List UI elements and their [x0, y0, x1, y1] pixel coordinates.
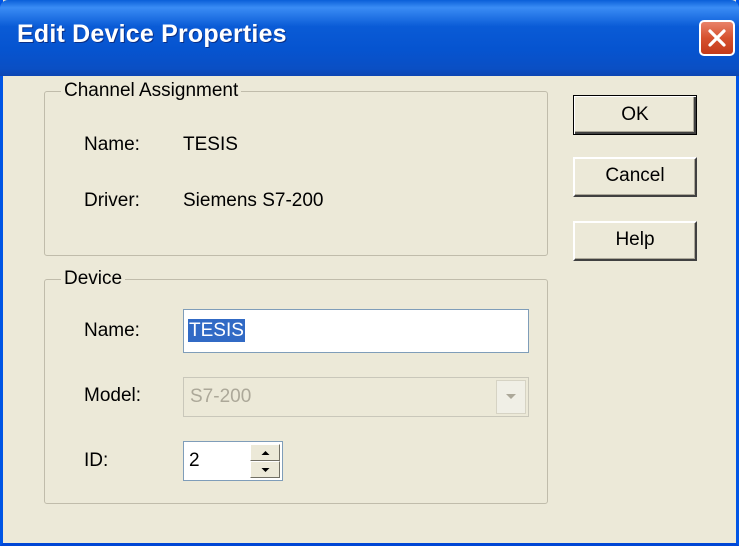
close-icon — [708, 29, 726, 47]
channel-assignment-group: Channel Assignment — [44, 80, 548, 256]
spin-up-button[interactable] — [250, 444, 280, 461]
arrow-down-icon — [261, 468, 270, 472]
device-name-input[interactable]: TESIS — [183, 309, 529, 353]
channel-name-value: TESIS — [183, 134, 238, 155]
device-name-label: Name: — [84, 320, 140, 341]
device-model-value: S7-200 — [190, 386, 252, 407]
device-model-select[interactable]: S7-200 — [183, 377, 529, 417]
chevron-down-icon — [506, 394, 516, 399]
ok-button[interactable]: OK — [573, 95, 697, 135]
channel-driver-value: Siemens S7-200 — [183, 190, 324, 211]
device-legend: Device — [61, 268, 126, 290]
device-id-spin-buttons — [250, 444, 280, 478]
device-id-value: 2 — [189, 450, 200, 471]
channel-assignment-legend: Channel Assignment — [61, 80, 242, 102]
arrow-up-icon — [261, 451, 270, 455]
cancel-button[interactable]: Cancel — [573, 157, 697, 197]
edit-device-properties-dialog: Edit Device Properties Channel Assignmen… — [0, 0, 739, 546]
spin-down-button[interactable] — [250, 461, 280, 478]
help-button[interactable]: Help — [573, 221, 697, 261]
device-model-label: Model: — [84, 385, 142, 406]
device-id-label: ID: — [84, 450, 109, 471]
device-name-selected-text: TESIS — [188, 319, 245, 342]
title-bar[interactable]: Edit Device Properties — [0, 0, 739, 76]
device-id-spinner[interactable]: 2 — [183, 441, 283, 481]
device-model-dropdown-button[interactable] — [496, 380, 526, 414]
window-title: Edit Device Properties — [17, 20, 287, 48]
close-button[interactable] — [699, 20, 735, 56]
channel-driver-label: Driver: — [84, 190, 140, 211]
channel-name-label: Name: — [84, 134, 140, 155]
